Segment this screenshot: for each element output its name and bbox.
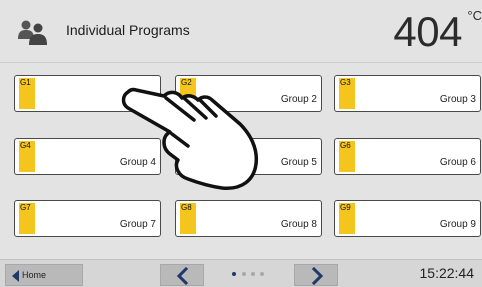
page-indicator (230, 272, 270, 278)
program-code: G1 (20, 78, 31, 87)
program-name: Group 8 (280, 219, 317, 230)
header-divider (0, 62, 482, 63)
program-name: Group 9 (439, 219, 476, 230)
clock: 15:22:44 (419, 265, 475, 281)
home-label: Home (22, 270, 47, 280)
program-code: G6 (340, 141, 351, 150)
page-dot (242, 272, 246, 276)
program-code: G3 (340, 78, 351, 87)
temperature-unit: °C (467, 8, 482, 23)
program-tile-g3[interactable]: G3 Group 3 (334, 75, 481, 112)
next-page-button[interactable] (294, 264, 338, 286)
program-name: Group 2 (280, 94, 317, 105)
page-dot (260, 272, 264, 276)
page-dot (251, 272, 255, 276)
hand-pointer-icon (121, 87, 259, 190)
program-code: G4 (20, 141, 31, 150)
footer-bar: Home 15:22:44 (0, 259, 482, 287)
program-tile-g7[interactable]: G7 Group 7 (14, 200, 161, 237)
program-code: G9 (340, 203, 351, 212)
header: Individual Programs 404 °C (0, 0, 482, 62)
home-button[interactable]: Home (5, 264, 83, 286)
program-name: Group 5 (280, 157, 317, 168)
program-name: Group 6 (439, 157, 476, 168)
temperature-display: 404 (393, 8, 462, 55)
program-name: Group 7 (119, 219, 156, 230)
chevron-left-icon (176, 267, 189, 285)
chevron-right-icon (311, 267, 324, 285)
program-tile-g9[interactable]: G9 Group 9 (334, 200, 481, 237)
program-code: G7 (20, 203, 31, 212)
program-code: G8 (181, 203, 192, 212)
users-icon (18, 20, 47, 45)
back-triangle-icon (12, 270, 19, 282)
page-title: Individual Programs (66, 22, 190, 38)
program-tile-g8[interactable]: G8 Group 8 (175, 200, 322, 237)
page-dot-active (232, 272, 236, 276)
previous-page-button[interactable] (160, 264, 204, 286)
program-name: Group 3 (439, 94, 476, 105)
program-tile-g6[interactable]: G6 Group 6 (334, 138, 481, 175)
